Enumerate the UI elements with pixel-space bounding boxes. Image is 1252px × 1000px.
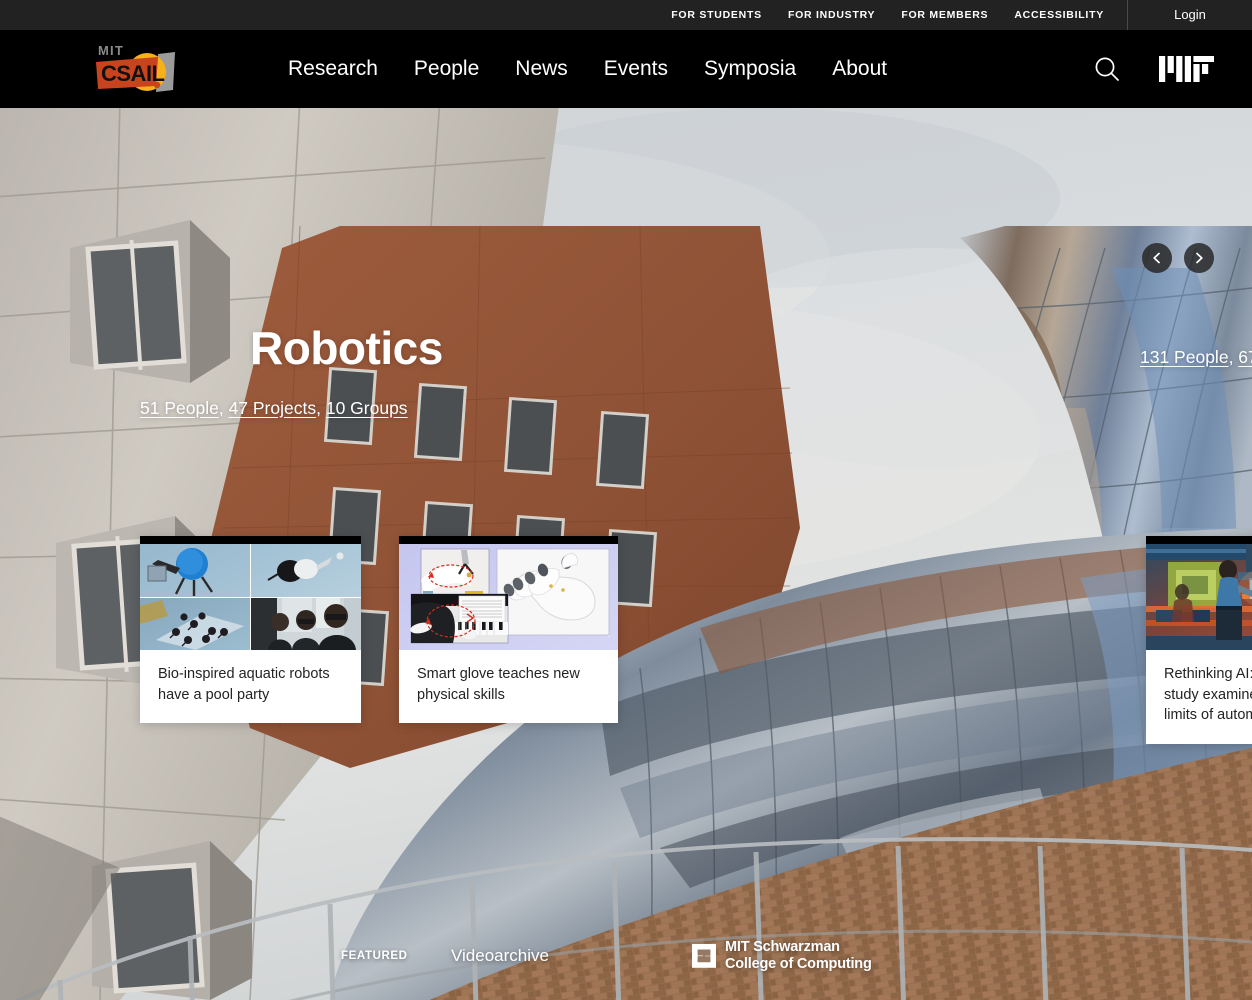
featured-label: FEATURED <box>341 950 408 962</box>
slide-cards-row-next: Rethinking AI: MIT CSAIL study examines … <box>1146 536 1252 744</box>
videoarchive-link[interactable]: Videoarchive <box>451 946 549 966</box>
nav-link-about[interactable]: About <box>814 57 905 81</box>
utility-links: FOR STUDENTS FOR INDUSTRY FOR MEMBERS AC… <box>658 0 1117 30</box>
slide-meta-groups-link[interactable]: 10 Groups <box>326 398 408 418</box>
card-top-bar <box>399 536 618 544</box>
nav-link-symposia[interactable]: Symposia <box>686 57 814 81</box>
page-root: Robotics 51 People, 47 Projects, 10 Grou… <box>0 0 1252 1000</box>
card-thumbnail-smart-glove <box>399 544 618 650</box>
carousel-slide-next: 131 People, 67 <box>1140 323 1252 368</box>
mit-logo-icon <box>1159 56 1214 82</box>
card-title: Rethinking AI: MIT CSAIL study examines … <box>1164 666 1252 724</box>
carousel-next-button[interactable] <box>1184 243 1214 273</box>
slide-meta-projects-link[interactable]: 47 Projects <box>229 398 317 418</box>
slide-meta-people-link[interactable]: 51 People <box>140 398 219 418</box>
csail-logo[interactable]: MIT CSAIL <box>95 42 181 96</box>
news-card[interactable]: Smart glove teaches new physical skills <box>399 536 618 724</box>
login-link[interactable]: Login <box>1174 0 1206 30</box>
carousel-navigation <box>1142 243 1214 273</box>
card-top-bar <box>1146 536 1252 544</box>
nav-links: Research People News Events Symposia Abo… <box>288 57 905 81</box>
slide-meta: 51 People, 47 Projects, 10 Groups <box>140 397 408 418</box>
news-card[interactable]: Bio-inspired aquatic robots have a pool … <box>140 536 361 724</box>
card-title: Bio-inspired aquatic robots have a pool … <box>158 666 330 703</box>
card-thumbnail-aquatic-robots <box>140 544 361 650</box>
slide-meta: 131 People, 67 <box>1140 347 1252 368</box>
utility-bar: FOR STUDENTS FOR INDUSTRY FOR MEMBERS AC… <box>0 0 1252 30</box>
csail-logo-mit-text: MIT <box>98 43 124 58</box>
slide-cards-row: Bio-inspired aquatic robots have a pool … <box>140 536 618 724</box>
slide-title: Robotics <box>250 322 443 374</box>
carousel-slide-robotics: Robotics 51 People, 47 Projects, 10 Grou… <box>140 323 640 419</box>
schwarzman-line1: MIT Schwarzman <box>725 938 840 955</box>
utility-link-accessibility[interactable]: ACCESSIBILITY <box>1001 0 1117 30</box>
nav-link-research[interactable]: Research <box>288 57 396 81</box>
chevron-left-icon <box>1153 252 1160 264</box>
main-navigation: MIT CSAIL Research People News Events Sy… <box>0 30 1252 108</box>
news-card[interactable]: Rethinking AI: MIT CSAIL study examines … <box>1146 536 1252 744</box>
card-title: Smart glove teaches new physical skills <box>417 666 580 703</box>
card-top-bar <box>140 536 361 544</box>
search-button[interactable] <box>1092 54 1122 84</box>
card-thumbnail-automation-lab <box>1146 544 1252 650</box>
csail-logo-text: CSAIL <box>101 61 165 86</box>
utility-link-for-students[interactable]: FOR STUDENTS <box>658 0 775 30</box>
nav-link-people[interactable]: People <box>396 57 497 81</box>
slide-meta-projects-link[interactable]: 67 <box>1238 347 1252 367</box>
chevron-right-icon <box>1196 252 1203 264</box>
schwarzman-text: MIT Schwarzman College of Computing <box>725 939 872 973</box>
utility-link-for-industry[interactable]: FOR INDUSTRY <box>775 0 888 30</box>
schwarzman-mark-icon <box>692 944 716 968</box>
schwarzman-college-logo[interactable]: MIT Schwarzman College of Computing <box>692 939 872 973</box>
slide-meta-people-link[interactable]: 131 People <box>1140 347 1229 367</box>
schwarzman-line2: College of Computing <box>725 956 872 972</box>
utility-link-for-members[interactable]: FOR MEMBERS <box>888 0 1001 30</box>
hero-bottom-bar: FEATURED Videoarchive MIT Schwarzman Col… <box>0 912 1252 1000</box>
search-icon <box>1095 57 1119 81</box>
nav-link-news[interactable]: News <box>497 57 586 81</box>
nav-link-events[interactable]: Events <box>586 57 686 81</box>
mit-logo[interactable] <box>1159 54 1214 84</box>
login-wrapper: Login <box>1128 0 1252 30</box>
carousel-prev-button[interactable] <box>1142 243 1172 273</box>
hero-carousel: Robotics 51 People, 47 Projects, 10 Grou… <box>0 108 1252 1000</box>
